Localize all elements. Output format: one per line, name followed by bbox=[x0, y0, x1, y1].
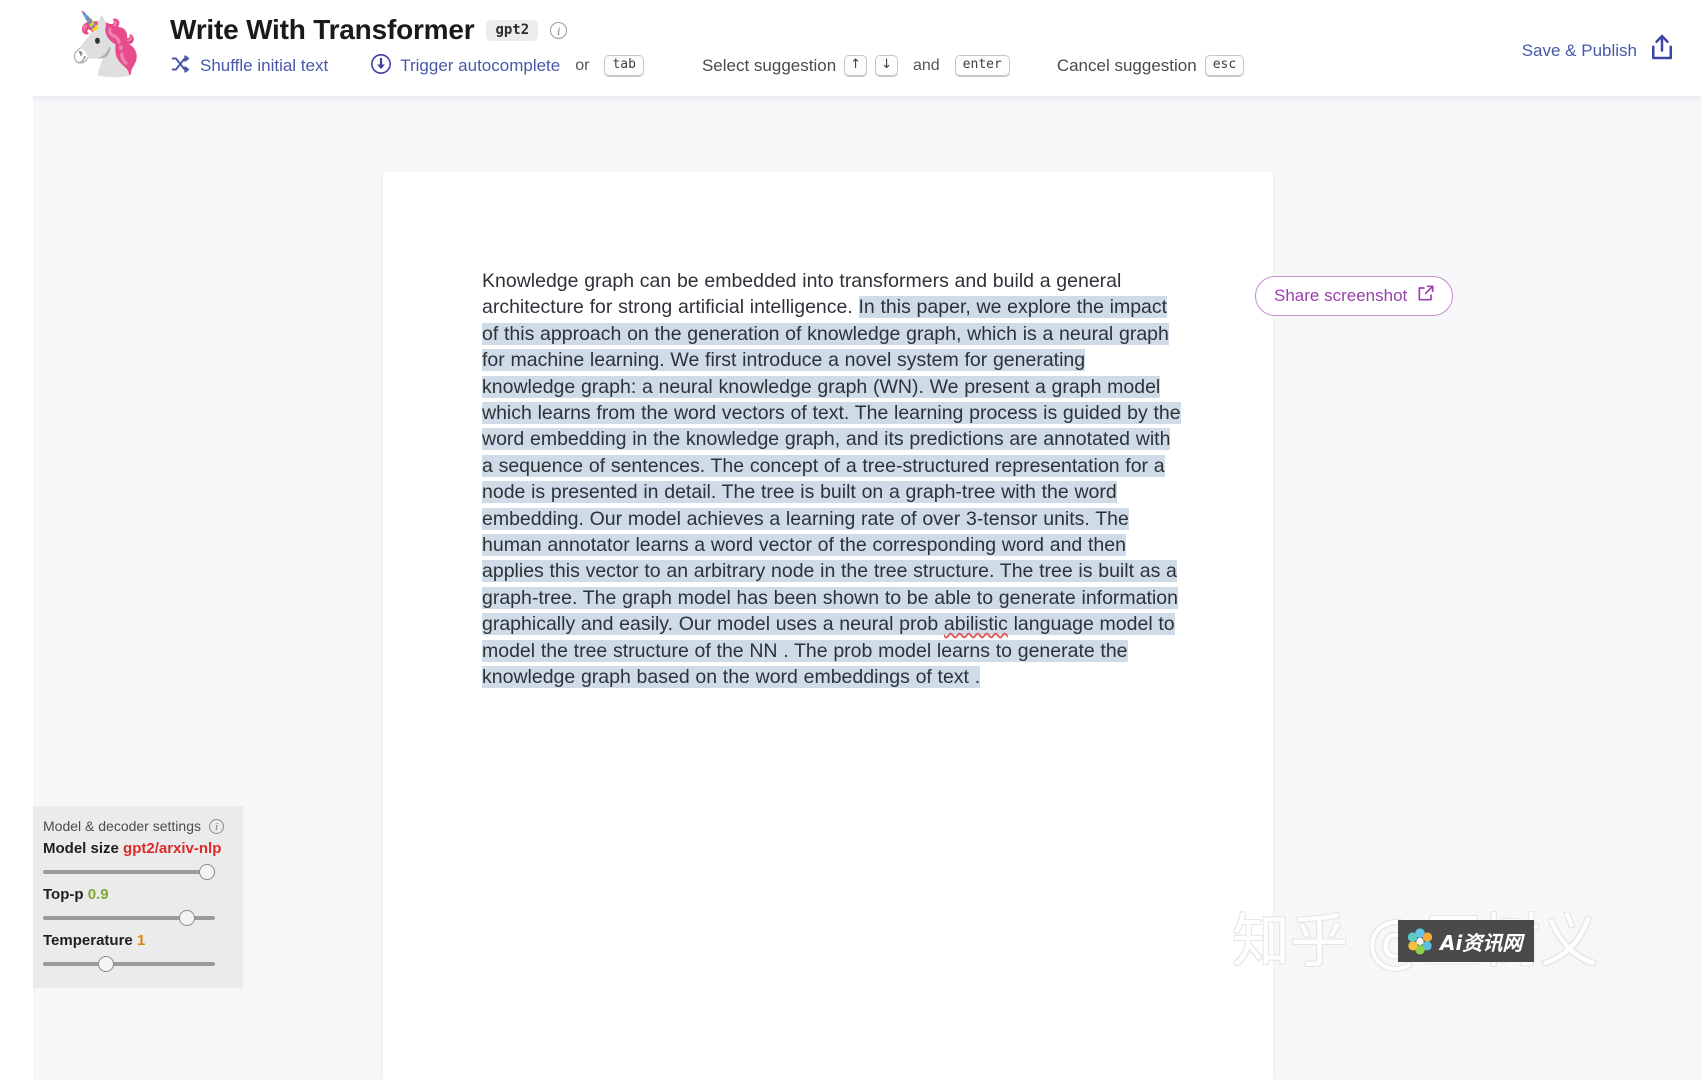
model-badge: gpt2 bbox=[486, 19, 539, 41]
download-circle-icon bbox=[370, 53, 392, 80]
slider-thumb-temperature[interactable] bbox=[98, 956, 114, 972]
setting-row-top-p: Top-p 0.9 bbox=[43, 886, 229, 926]
hint-label-select: Select suggestion bbox=[701, 55, 837, 75]
setting-label-temperature: Temperature 1 bbox=[43, 932, 229, 949]
setting-label-top-p: Top-p 0.9 bbox=[43, 886, 229, 903]
key-tab: tab bbox=[604, 54, 644, 78]
slider-top-p[interactable] bbox=[43, 910, 215, 926]
hint-label-shuffle: Shuffle initial text bbox=[200, 56, 329, 75]
keyboard-hints: Shuffle initial text Trigger autocomplet… bbox=[170, 52, 1245, 80]
setting-name-model-size: Model size bbox=[43, 840, 119, 857]
hint-label-cancel: Cancel suggestion bbox=[1056, 55, 1197, 75]
app-header: 🦄 Write With Transformer gpt2 i Shuffle … bbox=[0, 0, 1701, 96]
generated-text-misspelled: abilistic bbox=[943, 613, 1008, 636]
save-publish-button[interactable]: Save & Publish bbox=[1522, 33, 1677, 68]
share-screenshot-label: Share screenshot bbox=[1274, 285, 1408, 305]
setting-label-model-size: Model size gpt2/arxiv-nlp bbox=[43, 840, 229, 857]
key-esc: esc bbox=[1204, 54, 1245, 78]
save-publish-label: Save & Publish bbox=[1521, 40, 1637, 60]
settings-info-icon[interactable]: i bbox=[208, 818, 224, 834]
slider-track-model-size bbox=[43, 870, 215, 874]
title-row: Write With Transformer gpt2 i bbox=[170, 13, 568, 47]
setting-name-top-p: Top-p bbox=[43, 886, 84, 903]
hint-select-suggestion: Select suggestion ↑ ↓ and enter bbox=[701, 54, 1010, 78]
settings-title: Model & decoder settings bbox=[43, 818, 201, 834]
app-root: 🦄 Write With Transformer gpt2 i Shuffle … bbox=[0, 0, 1701, 1080]
info-icon[interactable]: i bbox=[550, 21, 568, 39]
watermark-badge: Ai资讯网 bbox=[1398, 920, 1535, 962]
unicorn-emoji-icon: 🦄 bbox=[67, 10, 145, 79]
page-title: Write With Transformer bbox=[170, 14, 475, 45]
share-screenshot-button[interactable]: Share screenshot bbox=[1255, 276, 1454, 316]
slider-thumb-model-size[interactable] bbox=[199, 864, 215, 880]
hint-trigger-autocomplete[interactable]: Trigger autocomplete or tab bbox=[370, 53, 644, 80]
share-upload-icon bbox=[1647, 33, 1677, 68]
slider-track-temperature bbox=[43, 962, 215, 966]
generated-text-part-1: In this paper, we explore the impact of … bbox=[482, 296, 1181, 636]
watermark-badge-label: Ai资讯网 bbox=[1440, 930, 1523, 955]
setting-value-top-p: 0.9 bbox=[87, 886, 109, 903]
settings-header: Model & decoder settings i bbox=[43, 818, 229, 834]
setting-row-model-size: Model size gpt2/arxiv-nlp bbox=[43, 840, 229, 880]
editor-text[interactable]: Knowledge graph can be embedded into tra… bbox=[482, 268, 1182, 691]
editor-card[interactable]: Knowledge graph can be embedded into tra… bbox=[383, 172, 1273, 1080]
setting-value-model-size: gpt2/arxiv-nlp bbox=[123, 840, 222, 857]
setting-row-temperature: Temperature 1 bbox=[43, 932, 229, 972]
workspace-top-divider bbox=[33, 96, 1701, 104]
hint-label-autocomplete: Trigger autocomplete bbox=[400, 56, 561, 75]
key-enter: enter bbox=[954, 54, 1010, 78]
slider-model-size[interactable] bbox=[43, 864, 215, 880]
setting-name-temperature: Temperature bbox=[43, 932, 133, 949]
external-link-icon bbox=[1416, 283, 1436, 308]
flower-logo-icon bbox=[1406, 927, 1434, 955]
model-decoder-settings-panel: Model & decoder settings i Model size gp… bbox=[33, 806, 243, 988]
setting-value-temperature: 1 bbox=[136, 932, 146, 949]
hint-cancel-suggestion: Cancel suggestion esc bbox=[1056, 54, 1245, 78]
key-arrow-up: ↑ bbox=[844, 54, 868, 78]
hint-connector-or: or bbox=[575, 57, 590, 74]
key-arrow-down: ↓ bbox=[875, 54, 898, 78]
hint-shuffle-initial-text[interactable]: Shuffle initial text bbox=[170, 53, 328, 80]
hint-connector-and: and bbox=[912, 56, 940, 74]
shuffle-icon bbox=[170, 53, 192, 80]
slider-thumb-top-p[interactable] bbox=[179, 910, 195, 926]
slider-temperature[interactable] bbox=[43, 956, 215, 972]
